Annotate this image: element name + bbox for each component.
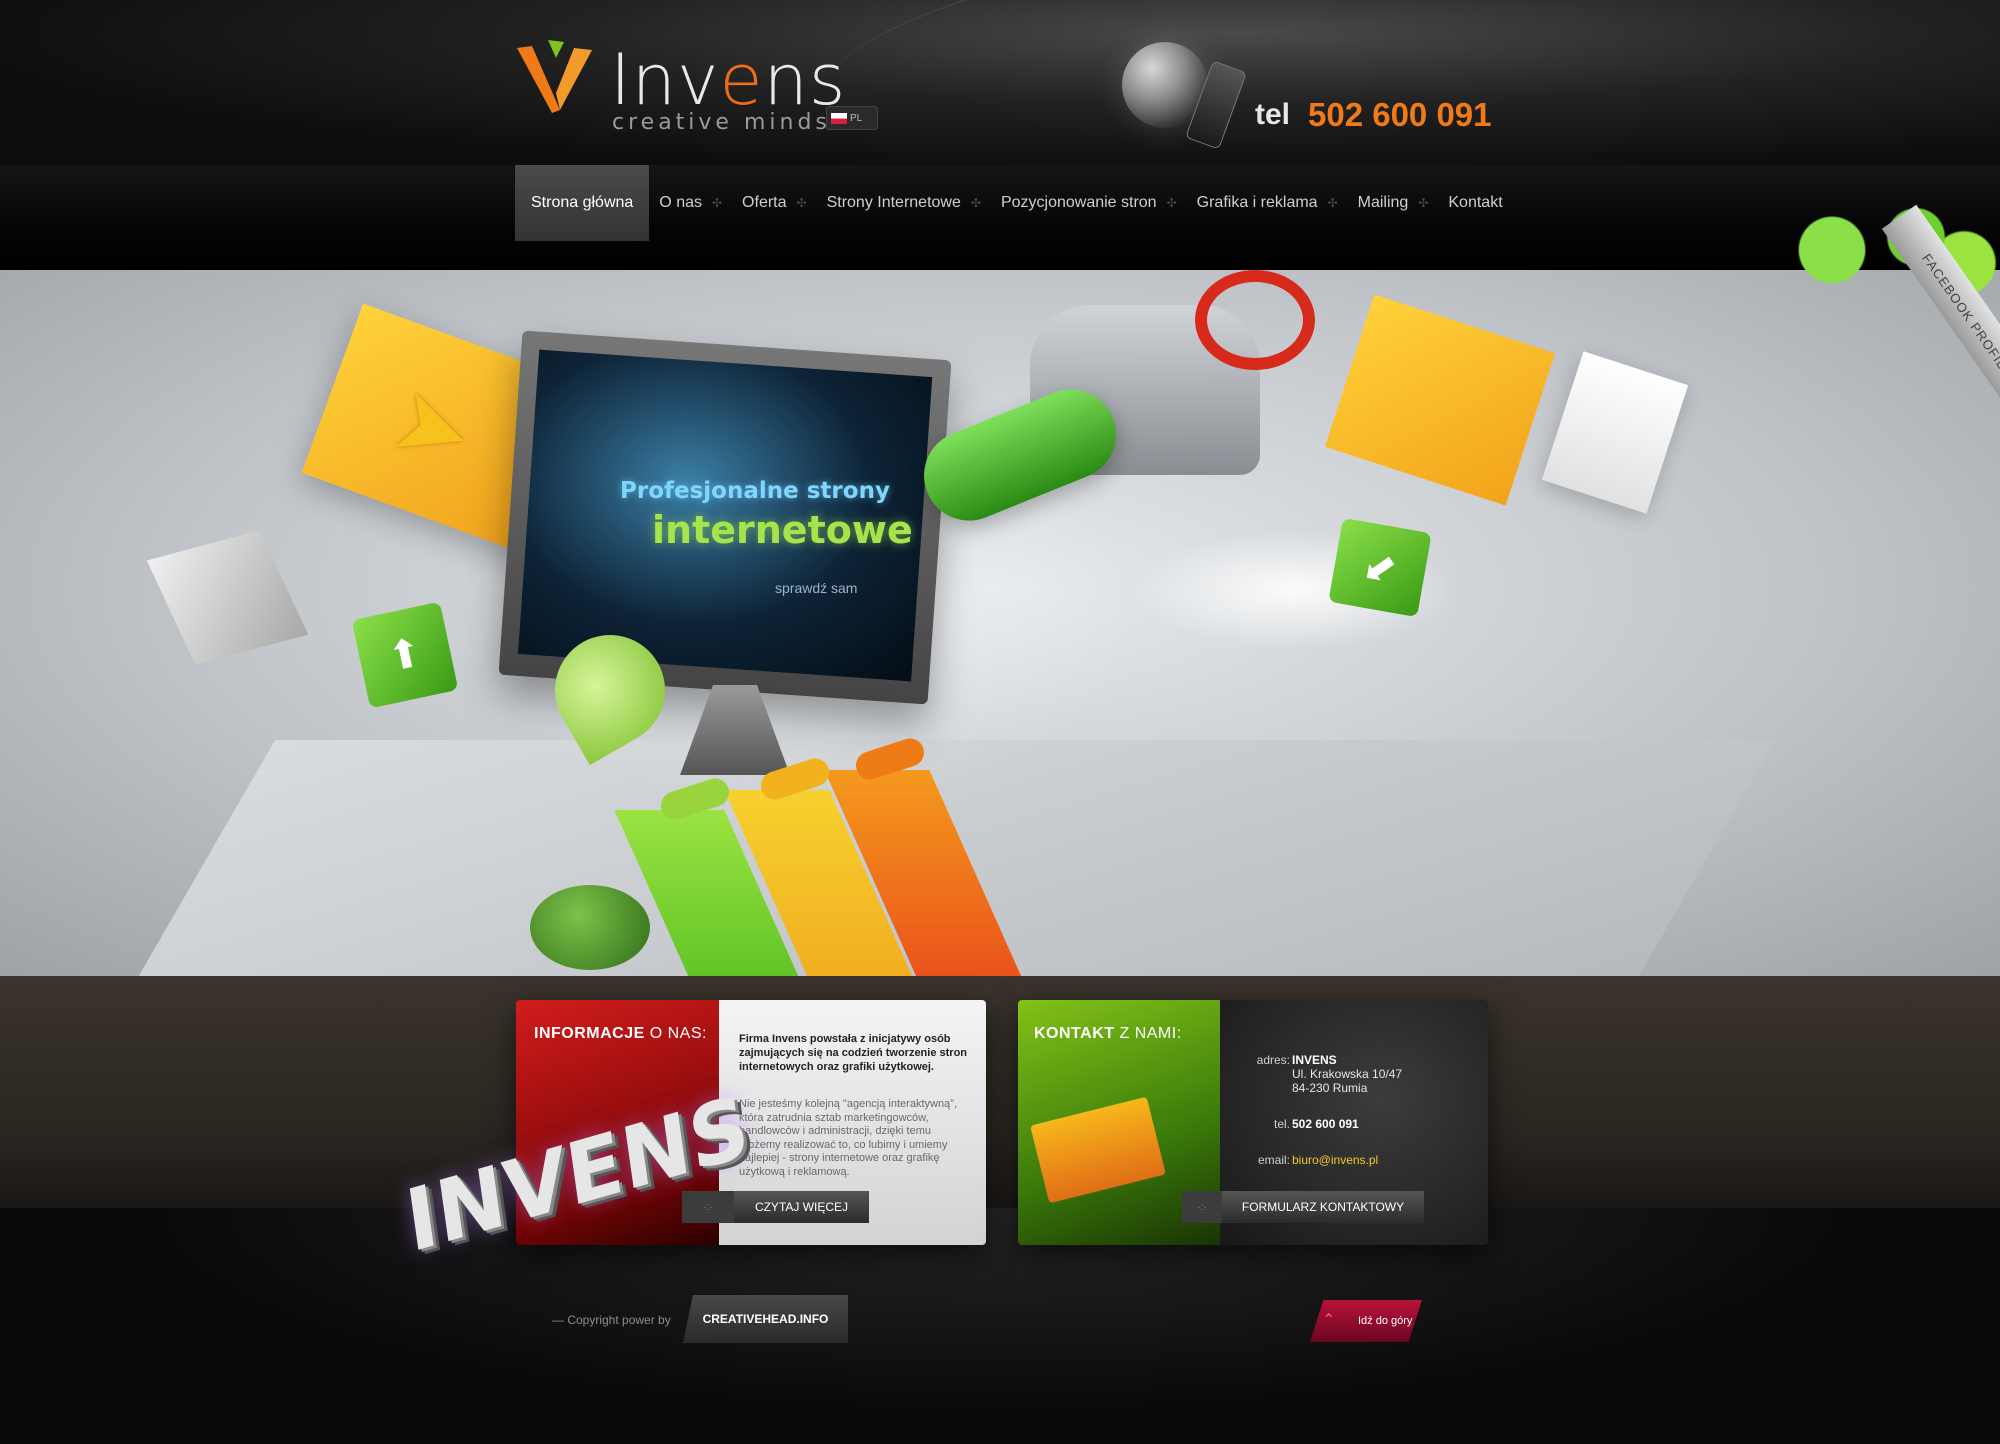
contact-title-thin: Z NAMI: [1119,1025,1182,1042]
header: Invens creative minds PL tel 502 600 091 [0,0,2000,209]
address-label: adres: [1256,1053,1290,1067]
email-label: email: [1257,1153,1290,1167]
language-code: PL [850,112,863,124]
company-name: INVENS [1292,1053,1337,1067]
address-value: INVENS Ul. Krakowska 10/47 84-230 Rumia [1292,1053,1402,1095]
bush-icon [530,885,650,970]
nav-list: Strona główna O nas ✣ Oferta ✣ Strony Inte… [515,165,1513,241]
contact-box-title: KONTAKT Z NAMI: [1034,1025,1182,1043]
nav-separator-icon: ✣ [711,196,723,210]
hero-cta-link[interactable]: sprawdź sam [775,580,857,596]
nav-item-label: O nas [659,194,702,211]
nav-separator-icon: ✣ [1327,196,1338,210]
read-more-button[interactable]: CZYTAJ WIĘCEJ [734,1191,869,1223]
yellow-paper-icon [1324,294,1556,506]
header-tel-label: tel [1255,98,1291,131]
nav-item-label: Kontakt [1448,194,1503,211]
nav-item-oferta[interactable]: Oferta ✣ [732,165,817,241]
logo-name[interactable]: Invens [610,40,846,120]
white-paper-icon [1541,351,1689,514]
nav-item-label: Strona główna [531,194,634,211]
arrow-down-left-icon: ⬋ [1359,542,1401,593]
contact-form-button[interactable]: FORMULARZ KONTAKTOWY [1222,1191,1424,1223]
contact-title-bold: KONTAKT [1034,1025,1115,1042]
email-link[interactable]: biuro@invens.pl [1292,1153,1378,1167]
nav-item-label: Strony Internetowe [826,194,961,211]
green-cube-up-arrow-icon: ⬆ [351,601,459,709]
hero-headline-line1: Profesjonalne strony [620,478,890,504]
back-to-top-label: Idź do góry [1358,1315,1413,1327]
contact-tel-value: 502 600 091 [1292,1117,1359,1131]
contact-tel-number: 502 600 091 [1292,1117,1359,1131]
nav-item-strona-glowna[interactable]: Strona główna [515,165,650,241]
nav-item-label: Oferta [742,194,787,211]
contact-button-handle-icon: ·:· [1182,1191,1222,1223]
arrow-up-icon: ⬆ [384,629,426,681]
address-city: 84-230 Rumia [1292,1081,1368,1095]
nav-separator-icon: ✣ [796,196,807,210]
info-title-bold: INFORMACJE [534,1025,645,1042]
red-valve-icon [1195,270,1315,370]
header-tel-number[interactable]: 502 600 091 [1308,96,1492,134]
info-button-handle-icon: ·:· [682,1191,734,1223]
nav-item-grafika-i-reklama[interactable]: Grafika i reklama ✣ [1187,165,1348,241]
nav-item-pozycjonowanie-stron[interactable]: Pozycjonowanie stron ✣ [991,165,1187,241]
info-title-thin: O NAS: [649,1025,707,1042]
nav-item-label: Pozycjonowanie stron [1000,194,1157,211]
nav-separator-icon: ✣ [1166,196,1177,210]
arrow-right-icon: ➤ [380,367,486,488]
hero-banner: ➤ ⬆ ⬋ Profesjonalne strony internetowe s… [0,270,2000,976]
language-switch[interactable]: PL [826,106,878,130]
gray-cube-icon [146,530,309,665]
green-cube-down-arrow-icon: ⬋ [1328,517,1432,618]
page-base [0,1208,2000,1444]
nav-item-label: Grafika i reklama [1196,194,1318,211]
nav-item-mailing[interactable]: Mailing ✣ [1348,165,1439,241]
nav-item-kontakt[interactable]: Kontakt [1438,165,1512,241]
nav-item-o-nas[interactable]: O nas ✣ [649,165,732,241]
contact-tel-label: tel. [1273,1117,1290,1131]
creativehead-link[interactable]: CREATIVEHEAD.INFO [683,1295,848,1343]
copyright-text: — Copyright power by [552,1313,671,1327]
info-box-body: Nie jesteśmy kolejną "agencją interaktyw… [739,1098,958,1178]
logo-tagline: creative minds [612,110,831,135]
polish-flag-icon [831,112,847,124]
arrow-up-icon: ⌃ [1322,1312,1336,1329]
info-box-title: INFORMACJE O NAS: [534,1025,707,1043]
logo-mark-icon[interactable] [512,38,602,118]
nav-item-label: Mailing [1357,194,1409,211]
nav-separator-icon: ✣ [970,196,981,210]
address-street: Ul. Krakowska 10/47 [1292,1067,1403,1081]
contact-box: KONTAKT Z NAMI: adres: INVENS Ul. Krakow… [1018,1000,1488,1245]
info-box-intro: Firma Invens powstała z inicjatywy osób … [739,1033,968,1073]
nav-item-strony-internetowe[interactable]: Strony Internetowe ✣ [817,165,991,241]
main-nav: Strona główna O nas ✣ Oferta ✣ Strony Inte… [0,165,2000,270]
content-band [0,976,2000,1209]
nav-separator-icon: ✣ [1418,196,1429,210]
hero-headline-line2: internetowe [652,508,913,552]
